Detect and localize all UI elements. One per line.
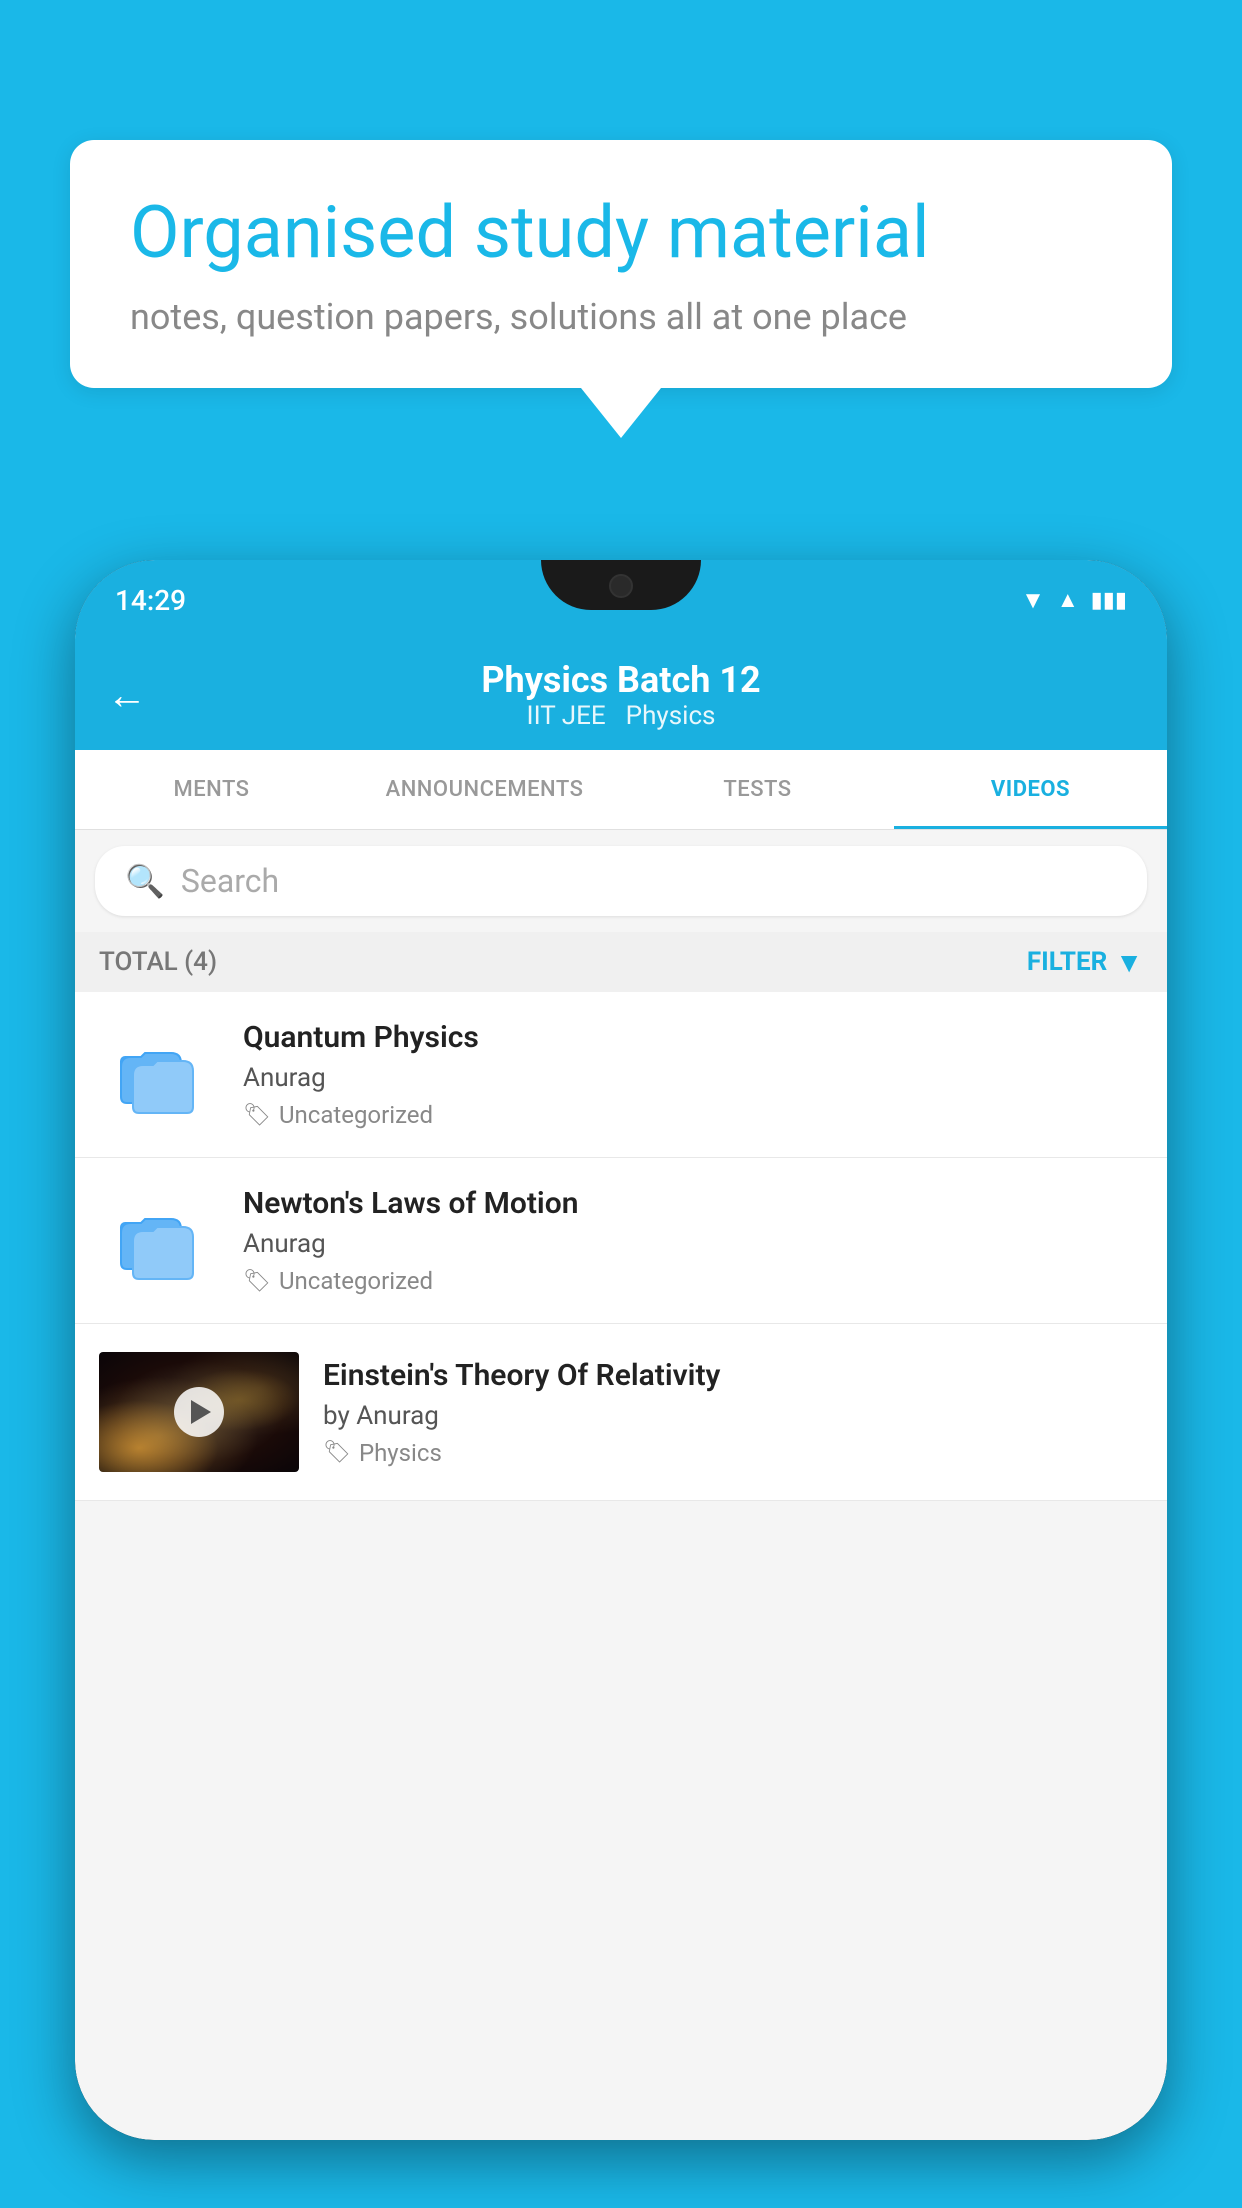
play-icon [191,1400,211,1424]
filter-button[interactable]: FILTER ▼ [1027,946,1143,979]
status-icons: ▼ ▲ ▮▮▮ [1021,586,1127,615]
search-icon: 🔍 [125,862,165,900]
video-author-3: by Anurag [323,1401,1143,1431]
tag-label: Uncategorized [279,1101,433,1129]
video-tag-3: 🏷 Physics [323,1439,1143,1467]
video-list: Quantum Physics Anurag 🏷 Uncategorized [75,992,1167,1501]
folder-thumbnail-2 [99,1191,219,1291]
video-info-3: Einstein's Theory Of Relativity by Anura… [323,1358,1143,1467]
signal-icon: ▲ [1057,587,1079,613]
search-placeholder: Search [181,862,279,900]
search-bar[interactable]: 🔍 Search [95,846,1147,916]
list-item[interactable]: Einstein's Theory Of Relativity by Anura… [75,1324,1167,1501]
header-subtitle: IIT JEE Physics [527,701,716,731]
video-info: Quantum Physics Anurag 🏷 Uncategorized [243,1020,1143,1129]
video-tag-2: 🏷 Uncategorized [243,1267,1143,1295]
speech-bubble-subtitle: notes, question papers, solutions all at… [130,296,1112,338]
filter-bar: TOTAL (4) FILTER ▼ [75,932,1167,992]
tab-videos[interactable]: VIDEOS [894,750,1167,829]
list-item[interactable]: Newton's Laws of Motion Anurag 🏷 Uncateg… [75,1158,1167,1324]
status-time: 14:29 [115,584,186,617]
app-header: ← Physics Batch 12 IIT JEE Physics [75,640,1167,750]
einstein-thumbnail [99,1352,299,1472]
tag-icon-2: 🏷 [243,1269,271,1294]
tag-icon: 🏷 [243,1103,271,1128]
play-button[interactable] [174,1387,224,1437]
wifi-icon: ▼ [1021,586,1045,615]
subtitle-iitjee: IIT JEE [527,701,606,731]
header-title: Physics Batch 12 [481,659,760,701]
phone-screen: 14:29 ▼ ▲ ▮▮▮ ← Physics Batch 12 IIT JEE… [75,560,1167,2140]
list-item[interactable]: Quantum Physics Anurag 🏷 Uncategorized [75,992,1167,1158]
phone-container: 14:29 ▼ ▲ ▮▮▮ ← Physics Batch 12 IIT JEE… [75,560,1167,2208]
subtitle-physics: Physics [626,701,716,731]
video-title-3: Einstein's Theory Of Relativity [323,1358,1143,1393]
content-area: 🔍 Search TOTAL (4) FILTER ▼ [75,830,1167,2140]
tab-tests[interactable]: TESTS [621,750,894,829]
status-bar: 14:29 ▼ ▲ ▮▮▮ [75,560,1167,640]
filter-icon: ▼ [1115,946,1143,979]
tag-label-3: Physics [359,1439,442,1467]
video-tag: 🏷 Uncategorized [243,1101,1143,1129]
speech-bubble-arrow [581,388,661,438]
total-count: TOTAL (4) [99,947,217,977]
speech-bubble-container: Organised study material notes, question… [70,140,1172,438]
folder-icon-2 [119,1201,199,1281]
speech-bubble-title: Organised study material [130,190,1112,276]
speech-bubble: Organised study material notes, question… [70,140,1172,388]
folder-icon [119,1035,199,1115]
filter-label: FILTER [1027,947,1107,977]
video-info-2: Newton's Laws of Motion Anurag 🏷 Uncateg… [243,1186,1143,1295]
tab-ments[interactable]: MENTS [75,750,348,829]
battery-icon: ▮▮▮ [1091,588,1127,613]
tab-announcements[interactable]: ANNOUNCEMENTS [348,750,621,829]
tag-icon-3: 🏷 [323,1440,351,1465]
tabs-bar: MENTS ANNOUNCEMENTS TESTS VIDEOS [75,750,1167,830]
phone-frame: 14:29 ▼ ▲ ▮▮▮ ← Physics Batch 12 IIT JEE… [75,560,1167,2140]
back-button[interactable]: ← [107,672,147,719]
folder-thumbnail [99,1025,219,1125]
video-title: Quantum Physics [243,1020,1143,1055]
tag-label-2: Uncategorized [279,1267,433,1295]
video-author: Anurag [243,1063,1143,1093]
video-title-2: Newton's Laws of Motion [243,1186,1143,1221]
video-author-2: Anurag [243,1229,1143,1259]
